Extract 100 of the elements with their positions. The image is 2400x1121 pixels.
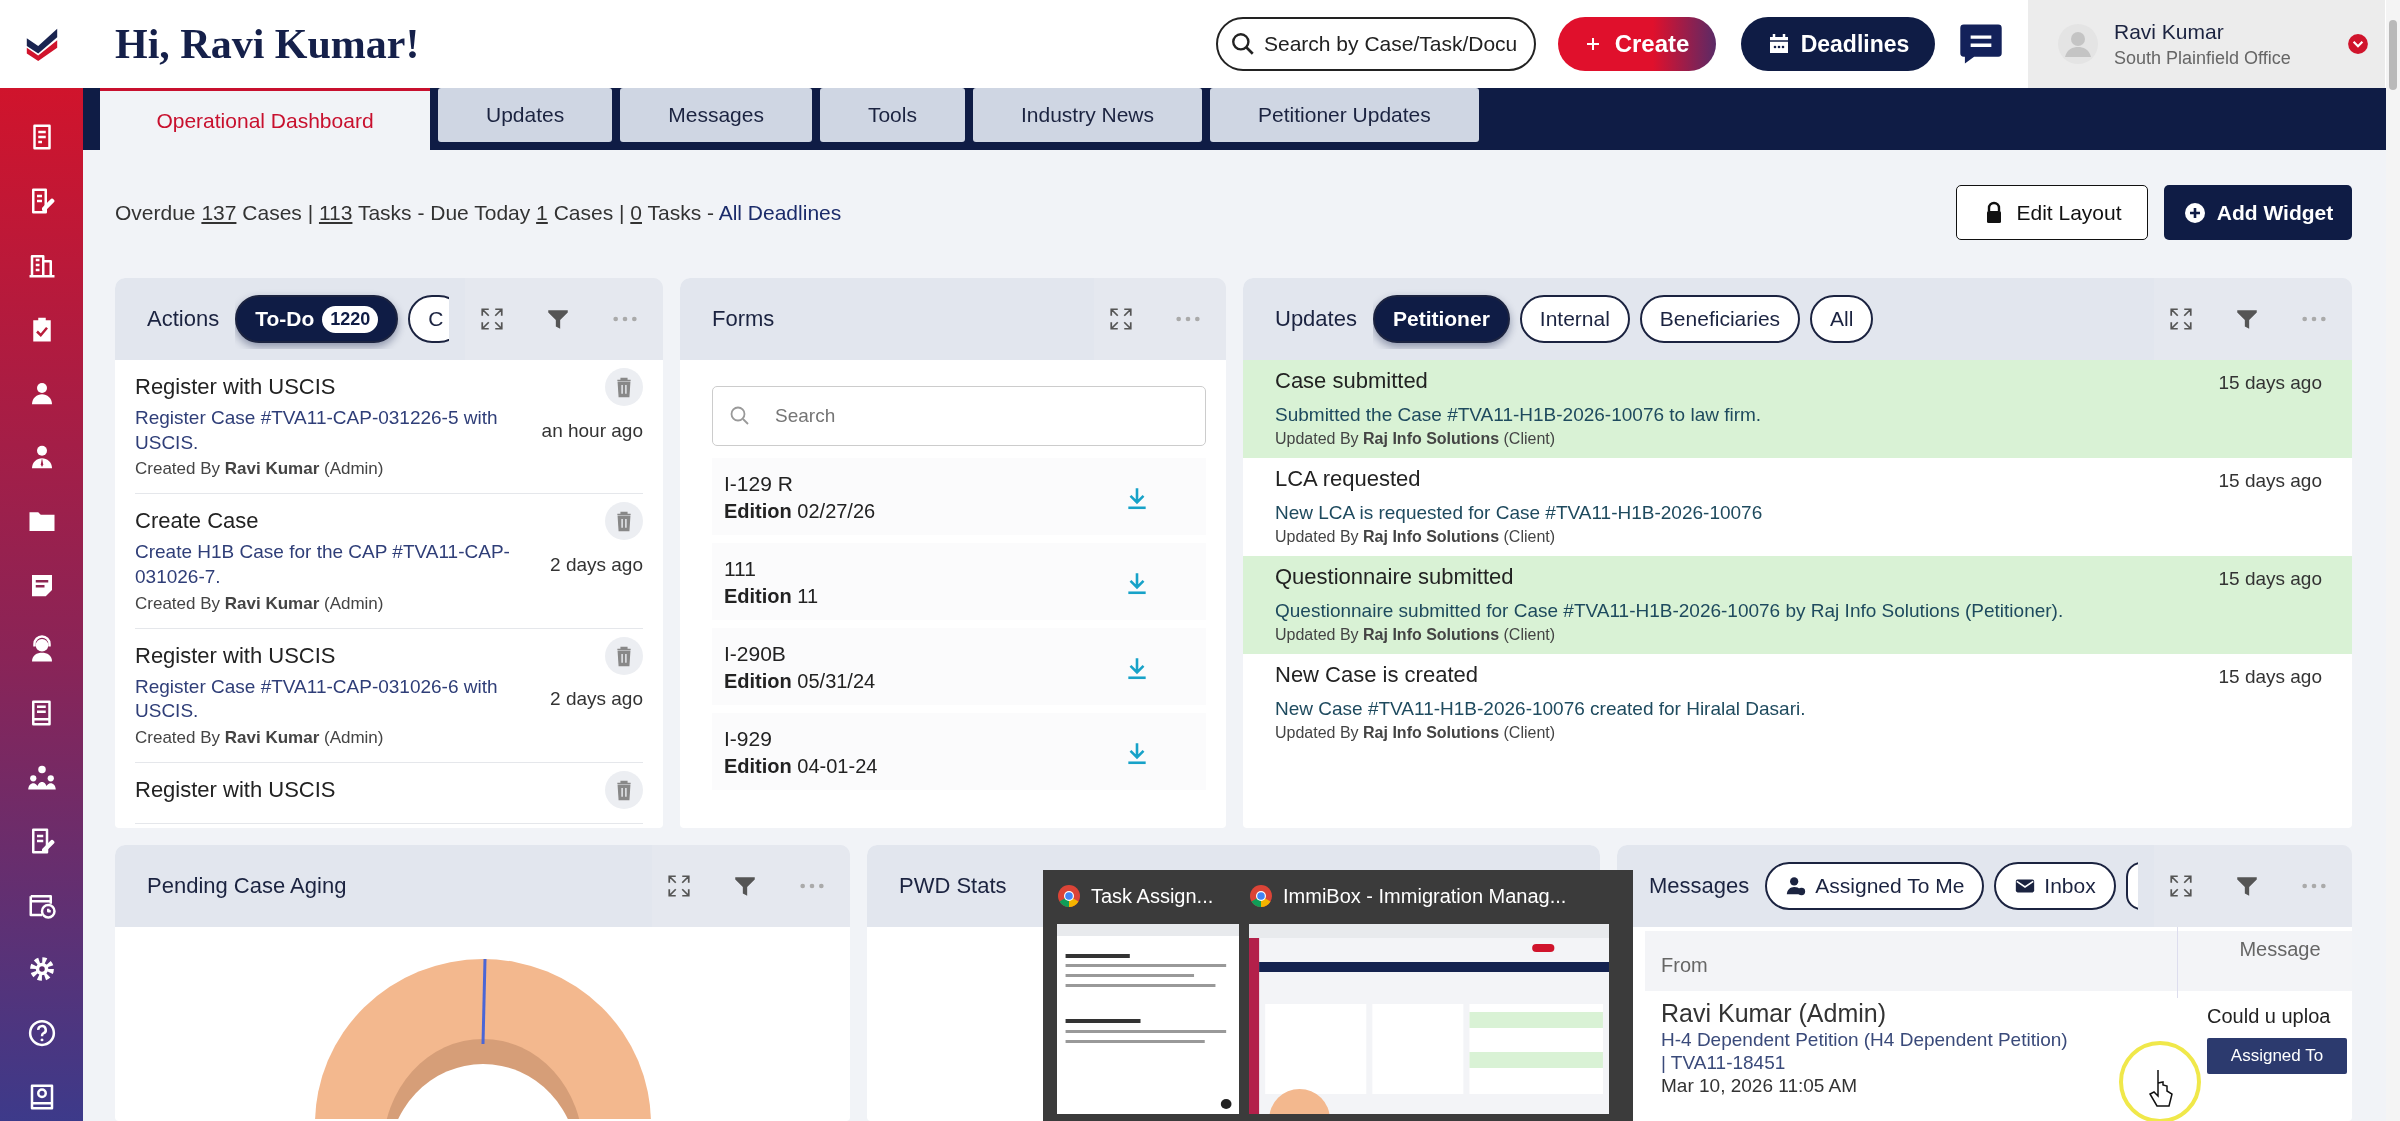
widget-title: Actions xyxy=(147,306,220,332)
dashboard-tab[interactable]: Industry News xyxy=(972,88,1202,142)
trash-icon[interactable] xyxy=(605,636,643,675)
expand-icon[interactable] xyxy=(479,306,505,332)
created-by: Created By Ravi Kumar (Admin) xyxy=(135,459,385,480)
expand-icon[interactable] xyxy=(666,873,692,899)
task-description[interactable]: Register Case #TVA11-CAP-031226-5 with USCIS. xyxy=(135,406,532,456)
column-header: From xyxy=(1660,952,1709,977)
update-description: New LCA is requested for Case #TVA11-H1B-2026-10076 xyxy=(1275,502,1764,524)
search-icon xyxy=(1230,31,1256,57)
update-item[interactable]: Questionnaire submitted 15 days ago Questionnaire submitted for Case #TVA11-H1B-2026-10076 by Raj Info Solutions (Petitioner). Updated By Raj Info Solutions (Client) xyxy=(1243,556,2352,654)
user-name: Ravi Kumar xyxy=(2114,19,2225,44)
dashboard-tab[interactable]: Messages xyxy=(620,88,812,142)
user-office: South Plainfield Office xyxy=(2114,47,2292,69)
chat-icon[interactable] xyxy=(1958,23,2004,65)
trash-icon[interactable] xyxy=(605,368,643,406)
task-description[interactable]: Register Case #TVA11-CAP-031026-6 with USCIS. xyxy=(135,674,541,725)
help-icon[interactable] xyxy=(26,1018,57,1048)
edit-layout-button[interactable]: Edit Layout xyxy=(1956,185,2148,240)
dashboard-tab[interactable]: Petitioner Updates xyxy=(1210,88,1479,142)
update-item[interactable]: LCA requested 15 days ago New LCA is requested for Case #TVA11-H1B-2026-10076 Updated By Raj Info Solutions (Client) xyxy=(1243,458,2352,556)
task-title[interactable]: Register with USCIS xyxy=(135,777,595,804)
count-link[interactable]: 0 xyxy=(630,200,642,224)
form-edition: Edition 02/27/26 xyxy=(724,500,876,523)
task-time: an hour ago xyxy=(541,419,643,442)
form-edition: Edition 04-01-24 xyxy=(724,755,878,778)
update-description: Questionnaire submitted for Case #TVA11-H1B-2026-10076 by Raj Info Solutions (Petitioner). xyxy=(1275,600,2065,622)
message-date: Mar 10, 2026 11:05 AM xyxy=(1661,1075,1859,1097)
form-edition: Edition 11 xyxy=(724,585,819,608)
dropdown-icon[interactable] xyxy=(2347,33,2369,55)
search-field[interactable]: Search by Case/Task/Docu xyxy=(1216,17,1536,71)
count-badge: 1220 xyxy=(322,305,379,333)
update-title: New Case is created xyxy=(1275,662,1479,688)
case-number: | TVA11-18451 xyxy=(1661,1052,1787,1074)
window-preview[interactable]: Task Assign... xyxy=(1057,878,1239,1121)
message-subject: H-4 Dependent Petition (H4 Dependent Petition) xyxy=(1661,1029,2069,1051)
expand-icon[interactable] xyxy=(2168,306,2194,332)
widget-title: PWD Stats xyxy=(899,873,1007,899)
task-title[interactable]: Register with USCIS xyxy=(135,642,541,669)
user-panel[interactable]: Ravi Kumar South Plainfield Office xyxy=(2028,0,2385,88)
form-name: 111 xyxy=(724,557,757,581)
widget-title: Forms xyxy=(712,306,775,332)
updated-by: Updated By Raj Info Solutions (Client) xyxy=(1275,724,1557,742)
filter-pill[interactable]: To-Do 1220 xyxy=(235,295,399,343)
trash-icon[interactable] xyxy=(605,502,643,541)
count-link[interactable]: 113 xyxy=(318,200,353,224)
deadlines-button[interactable]: Deadlines xyxy=(1741,17,1935,71)
update-time: 15 days ago xyxy=(2218,666,2322,688)
task-time: 2 days ago xyxy=(550,688,643,711)
expand-icon[interactable] xyxy=(2168,873,2194,899)
updated-by: Updated By Raj Info Solutions (Client) xyxy=(1275,430,1557,448)
created-by: Created By Ravi Kumar (Admin) xyxy=(135,593,385,614)
add-widget-button[interactable]: Add Widget xyxy=(2164,185,2352,240)
update-title: Case submitted xyxy=(1275,368,1429,394)
update-time: 15 days ago xyxy=(2218,470,2322,492)
task-description[interactable]: Create H1B Case for the CAP #TVA11-CAP-031026-7. xyxy=(135,540,541,590)
filter-pill[interactable]: Beneficiaries xyxy=(1639,295,1801,343)
avatar-icon xyxy=(2058,24,2098,64)
filter-pill[interactable]: Petitioner xyxy=(1372,295,1510,343)
window-preview[interactable]: ImmiBox - Immigration Manag... xyxy=(1249,878,1609,1121)
form-edition: Edition 05/31/24 xyxy=(724,670,876,693)
dashboard-tab[interactable]: Tools xyxy=(819,88,965,142)
filter-pill[interactable]: All xyxy=(1810,295,1874,343)
window-title: Task Assign... xyxy=(1091,884,1214,908)
update-title: Questionnaire submitted xyxy=(1275,564,1515,590)
window-title: ImmiBox - Immigration Manag... xyxy=(1283,884,1567,908)
trash-icon[interactable] xyxy=(605,771,643,810)
all-deadlines-link[interactable]: All Deadlines xyxy=(718,200,842,224)
updated-by: Updated By Raj Info Solutions (Client) xyxy=(1275,528,1557,546)
filter-pill[interactable]: Internal xyxy=(1519,295,1630,343)
task-title[interactable]: Register with USCIS xyxy=(135,374,532,400)
update-item[interactable]: Case submitted 15 days ago Submitted the Case #TVA11-H1B-2026-10076 to law firm. Updated By Raj Info Solutions (Client) xyxy=(1243,360,2352,458)
update-time: 15 days ago xyxy=(2218,568,2322,590)
filter-pill[interactable]: Assigned To Me xyxy=(1765,862,1985,910)
deadline-summary: Overdue 137 Cases | 113 Tasks - Due Today 1 Cases | 0 Tasks - All Deadlines xyxy=(115,200,842,225)
message-text: Could u uploa xyxy=(2207,1005,2332,1028)
create-button[interactable]: Create xyxy=(1558,17,1716,71)
count-link[interactable]: 1 xyxy=(536,200,548,224)
task-title[interactable]: Create Case xyxy=(135,508,541,535)
created-by: Created By Ravi Kumar (Admin) xyxy=(135,728,385,749)
update-item[interactable]: New Case is created 15 days ago New Case #TVA11-H1B-2026-10076 created for Hiralal Dasari. Updated By Raj Info Solutions (Client) xyxy=(1243,654,2352,752)
browser-icon xyxy=(1057,884,1081,908)
task-time: 2 days ago xyxy=(550,554,643,577)
dashboard-tab[interactable]: Operational Dashboard xyxy=(100,88,430,150)
widget-title: Messages xyxy=(1649,873,1750,899)
widget-title: Pending Case Aging xyxy=(147,873,347,899)
expand-icon[interactable] xyxy=(1108,306,1134,332)
update-description: Submitted the Case #TVA11-H1B-2026-10076 to law firm. xyxy=(1275,404,1763,426)
dashboard-tab[interactable]: Updates xyxy=(438,88,613,142)
filter-pill[interactable]: Inbox xyxy=(1994,862,2116,910)
sender-name: Ravi Kumar (Admin) xyxy=(1661,999,1888,1028)
person-icon xyxy=(1785,875,1808,897)
widget-title: Updates xyxy=(1275,306,1357,332)
filter-pill[interactable]: C xyxy=(408,295,449,343)
plus-icon xyxy=(1584,36,1601,52)
update-description: New Case #TVA11-H1B-2026-10076 created for Hiralal Dasari. xyxy=(1275,698,1807,720)
form-name: I-929 xyxy=(724,727,773,751)
updated-by: Updated By Raj Info Solutions (Client) xyxy=(1275,626,1557,644)
assigned-to-button[interactable]: Assigned To xyxy=(2207,1038,2347,1074)
count-link[interactable]: 137 xyxy=(201,200,237,224)
